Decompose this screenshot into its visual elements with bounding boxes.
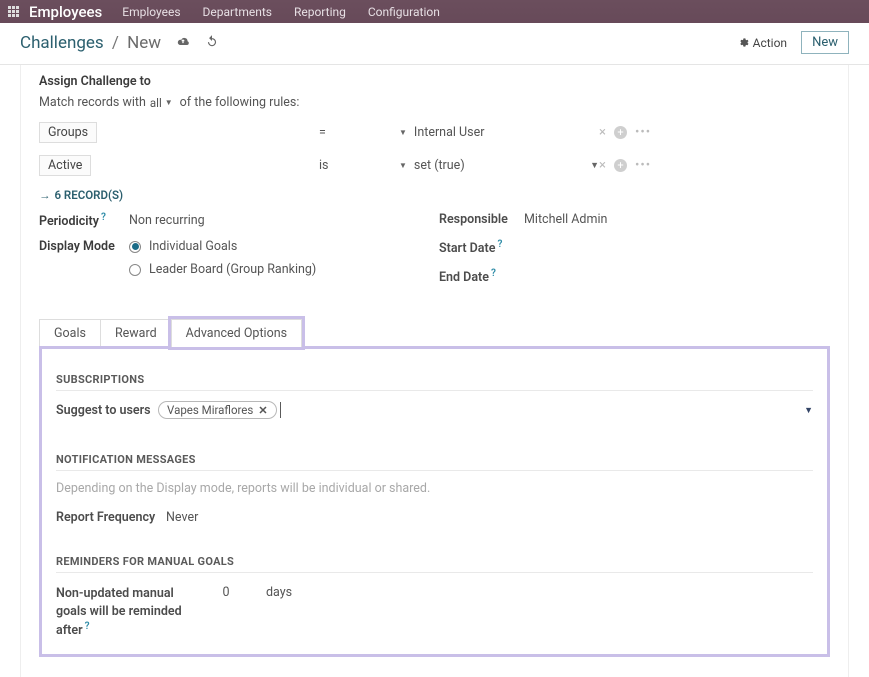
section-reminders: REMINDERS FOR MANUAL GOALS (56, 555, 813, 573)
tab-advanced[interactable]: Advanced Options (171, 319, 302, 347)
arrow-right-icon: → (39, 188, 51, 202)
menu-reporting[interactable]: Reporting (294, 5, 346, 19)
user-chip[interactable]: Vapes Miraflores ✕ (158, 401, 277, 419)
rule-row: Groups = ▼ Internal User × + ••• (39, 122, 830, 143)
radio-icon (129, 264, 141, 276)
action-button[interactable]: Action (738, 36, 787, 50)
match-scope[interactable]: all ▼ (150, 96, 176, 110)
chevron-down-icon[interactable]: ▼ (804, 405, 813, 416)
rule-value[interactable]: ▼ set (true) ▼ (399, 158, 599, 173)
rule-field[interactable]: Groups (39, 122, 97, 143)
match-suffix: of the following rules: (180, 95, 300, 110)
breadcrumb: Challenges / New (20, 33, 161, 53)
breadcrumb-root[interactable]: Challenges (20, 33, 104, 53)
notif-help: Depending on the Display mode, reports w… (56, 481, 813, 496)
periodicity-label: Periodicity? (39, 212, 129, 229)
rule-value[interactable]: ▼ Internal User (399, 125, 599, 140)
add-rule-icon[interactable]: + (614, 159, 627, 172)
new-button[interactable]: New (801, 31, 849, 54)
text-cursor (280, 402, 281, 418)
section-notifications: NOTIFICATION MESSAGES (56, 453, 813, 471)
help-icon[interactable]: ? (491, 268, 496, 279)
report-freq-label: Report Frequency (56, 510, 166, 525)
reminder-value[interactable]: 0 (186, 585, 266, 600)
suggest-label: Suggest to users (56, 403, 158, 418)
remove-rule-icon[interactable]: × (599, 158, 606, 173)
assign-title: Assign Challenge to (39, 74, 830, 89)
caret-left-icon: ▼ (399, 128, 407, 137)
menu-departments[interactable]: Departments (203, 5, 272, 19)
radio-icon (129, 241, 141, 253)
match-prefix: Match records with (39, 95, 146, 110)
rule-row: Active is ▼ set (true) ▼ × + ••• (39, 155, 830, 176)
more-rule-icon[interactable]: ••• (635, 125, 651, 140)
subheader: Challenges / New Action New (0, 23, 869, 65)
periodicity-value[interactable]: Non recurring (129, 213, 205, 228)
advanced-panel: SUBSCRIPTIONS Suggest to users Vapes Mir… (39, 346, 830, 657)
menu-employees[interactable]: Employees (122, 5, 180, 19)
records-link[interactable]: → 6 RECORD(S) (39, 188, 830, 202)
remove-rule-icon[interactable]: × (599, 125, 606, 140)
top-bar: Employees Employees Departments Reportin… (0, 0, 869, 23)
app-brand[interactable]: Employees (29, 3, 102, 21)
reminder-label: Non-updated manual goals will be reminde… (56, 585, 186, 640)
more-rule-icon[interactable]: ••• (635, 158, 651, 173)
rule-field[interactable]: Active (39, 155, 91, 176)
rule-op[interactable]: is (319, 158, 399, 173)
section-subscriptions: SUBSCRIPTIONS (56, 373, 813, 391)
discard-icon[interactable] (205, 34, 219, 52)
responsible-value[interactable]: Mitchell Admin (524, 212, 607, 227)
radio-individual[interactable]: Individual Goals (129, 239, 316, 254)
start-date-label: Start Date? (439, 239, 524, 256)
reminder-unit: days (266, 585, 292, 600)
report-freq-value[interactable]: Never (166, 510, 198, 525)
end-date-label: End Date? (439, 268, 524, 285)
breadcrumb-leaf: New (127, 33, 161, 53)
gear-icon (738, 37, 749, 48)
display-mode-label: Display Mode (39, 239, 129, 254)
help-icon[interactable]: ? (85, 621, 90, 632)
tab-goals[interactable]: Goals (39, 319, 101, 347)
grid-icon[interactable] (8, 6, 19, 17)
form: Assign Challenge to Match records with a… (20, 65, 849, 677)
menu-configuration[interactable]: Configuration (368, 5, 440, 19)
radio-leaderboard[interactable]: Leader Board (Group Ranking) (129, 262, 316, 277)
caret-left-icon: ▼ (399, 161, 407, 170)
tabs: Goals Reward Advanced Options (39, 319, 830, 347)
cloud-upload-icon[interactable] (175, 34, 191, 51)
rule-op[interactable]: = (319, 125, 399, 140)
chevron-down-icon: ▼ (590, 160, 599, 171)
responsible-label: Responsible (439, 212, 524, 227)
tab-reward[interactable]: Reward (100, 319, 172, 347)
action-label: Action (753, 36, 787, 50)
add-rule-icon[interactable]: + (614, 126, 627, 139)
remove-chip-icon[interactable]: ✕ (258, 404, 267, 417)
help-icon[interactable]: ? (497, 239, 502, 250)
chevron-down-icon: ▼ (165, 98, 173, 107)
help-icon[interactable]: ? (101, 212, 106, 223)
match-row: Match records with all ▼ of the followin… (39, 95, 830, 110)
